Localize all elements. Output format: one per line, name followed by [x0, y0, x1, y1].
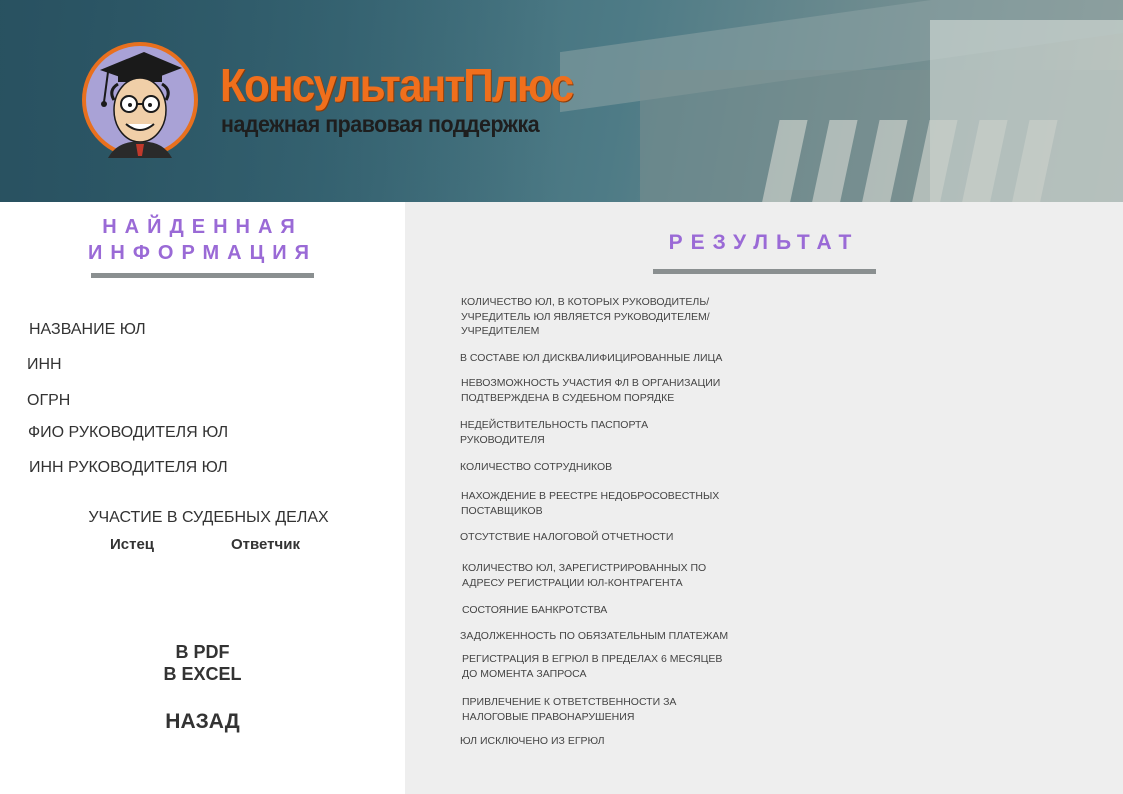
back-button[interactable]: НАЗАД: [0, 710, 405, 734]
court-defendant[interactable]: Ответчик: [231, 536, 300, 553]
court-cases-title: УЧАСТИЕ В СУДЕБНЫХ ДЕЛАХ: [88, 509, 329, 526]
export-pdf-button[interactable]: В PDF: [0, 642, 405, 663]
field-ogrn: ОГРН: [27, 392, 71, 409]
header-banner: КонсультантПлюс надежная правовая поддер…: [0, 0, 1123, 202]
result-panel: РЕЗУЛЬТАТ КОЛИЧЕСТВО ЮЛ, В КОТОРЫХ РУКОВ…: [405, 202, 1123, 794]
court-plaintiff[interactable]: Истец: [110, 536, 154, 553]
result-item: КОЛИЧЕСТВО ЮЛ, ЗАРЕГИСТРИРОВАННЫХ ПО АДР…: [462, 562, 707, 589]
found-info-panel: НАЙДЕННАЯ ИНФОРМАЦИЯ НАЗВАНИЕ ЮЛ ИНН ОГР…: [0, 202, 405, 794]
result-item: НАХОЖДЕНИЕ В РЕЕСТРЕ НЕДОБРОСОВЕСТНЫХ ПО…: [461, 490, 720, 517]
field-director-inn: ИНН РУКОВОДИТЕЛЯ ЮЛ: [29, 459, 228, 476]
result-item: ЗАДОЛЖЕННОСТЬ ПО ОБЯЗАТЕЛЬНЫМ ПЛАТЕЖАМ: [460, 630, 729, 642]
result-item: В СОСТАВЕ ЮЛ ДИСКВАЛИФИЦИРОВАННЫЕ ЛИЦА: [460, 352, 723, 364]
brand-tagline: надежная правовая поддержка: [221, 111, 540, 137]
result-item: РЕГИСТРАЦИЯ В ЕГРЮЛ В ПРЕДЕЛАХ 6 МЕСЯЦЕВ…: [462, 653, 723, 680]
found-info-heading-line2: ИНФОРМАЦИЯ: [88, 242, 317, 264]
heading-divider: [91, 273, 314, 278]
mascot-logo-icon: [82, 42, 198, 158]
found-info-heading-line1: НАЙДЕННАЯ: [102, 216, 303, 238]
result-item: НЕДЕЙСТВИТЕЛЬНОСТЬ ПАСПОРТА РУКОВОДИТЕЛЯ: [460, 419, 649, 446]
result-item: СОСТОЯНИЕ БАНКРОТСТВА: [462, 604, 608, 616]
field-director-name: ФИО РУКОВОДИТЕЛЯ ЮЛ: [28, 424, 229, 441]
field-company-name: НАЗВАНИЕ ЮЛ: [29, 321, 146, 338]
found-info-heading: НАЙДЕННАЯ ИНФОРМАЦИЯ: [0, 214, 405, 266]
field-inn: ИНН: [27, 356, 62, 373]
result-item: ЮЛ ИСКЛЮЧЕНО ИЗ ЕГРЮЛ: [460, 735, 605, 747]
result-divider: [653, 269, 876, 274]
export-excel-button[interactable]: В EXCEL: [0, 664, 405, 685]
result-item: КОЛИЧЕСТВО ЮЛ, В КОТОРЫХ РУКОВОДИТЕЛЬ/ У…: [461, 296, 710, 337]
result-item: ПРИВЛЕЧЕНИЕ К ОТВЕТСТВЕННОСТИ ЗА НАЛОГОВ…: [462, 696, 677, 723]
result-heading: РЕЗУЛЬТАТ: [668, 231, 860, 254]
result-item: КОЛИЧЕСТВО СОТРУДНИКОВ: [460, 461, 613, 473]
result-item: ОТСУТСТВИЕ НАЛОГОВОЙ ОТЧЕТНОСТИ: [460, 531, 674, 543]
brand-name: КонсультантПлюс: [220, 59, 574, 111]
result-item: НЕВОЗМОЖНОСТЬ УЧАСТИЯ ФЛ В ОРГАНИЗАЦИИ П…: [461, 377, 721, 404]
